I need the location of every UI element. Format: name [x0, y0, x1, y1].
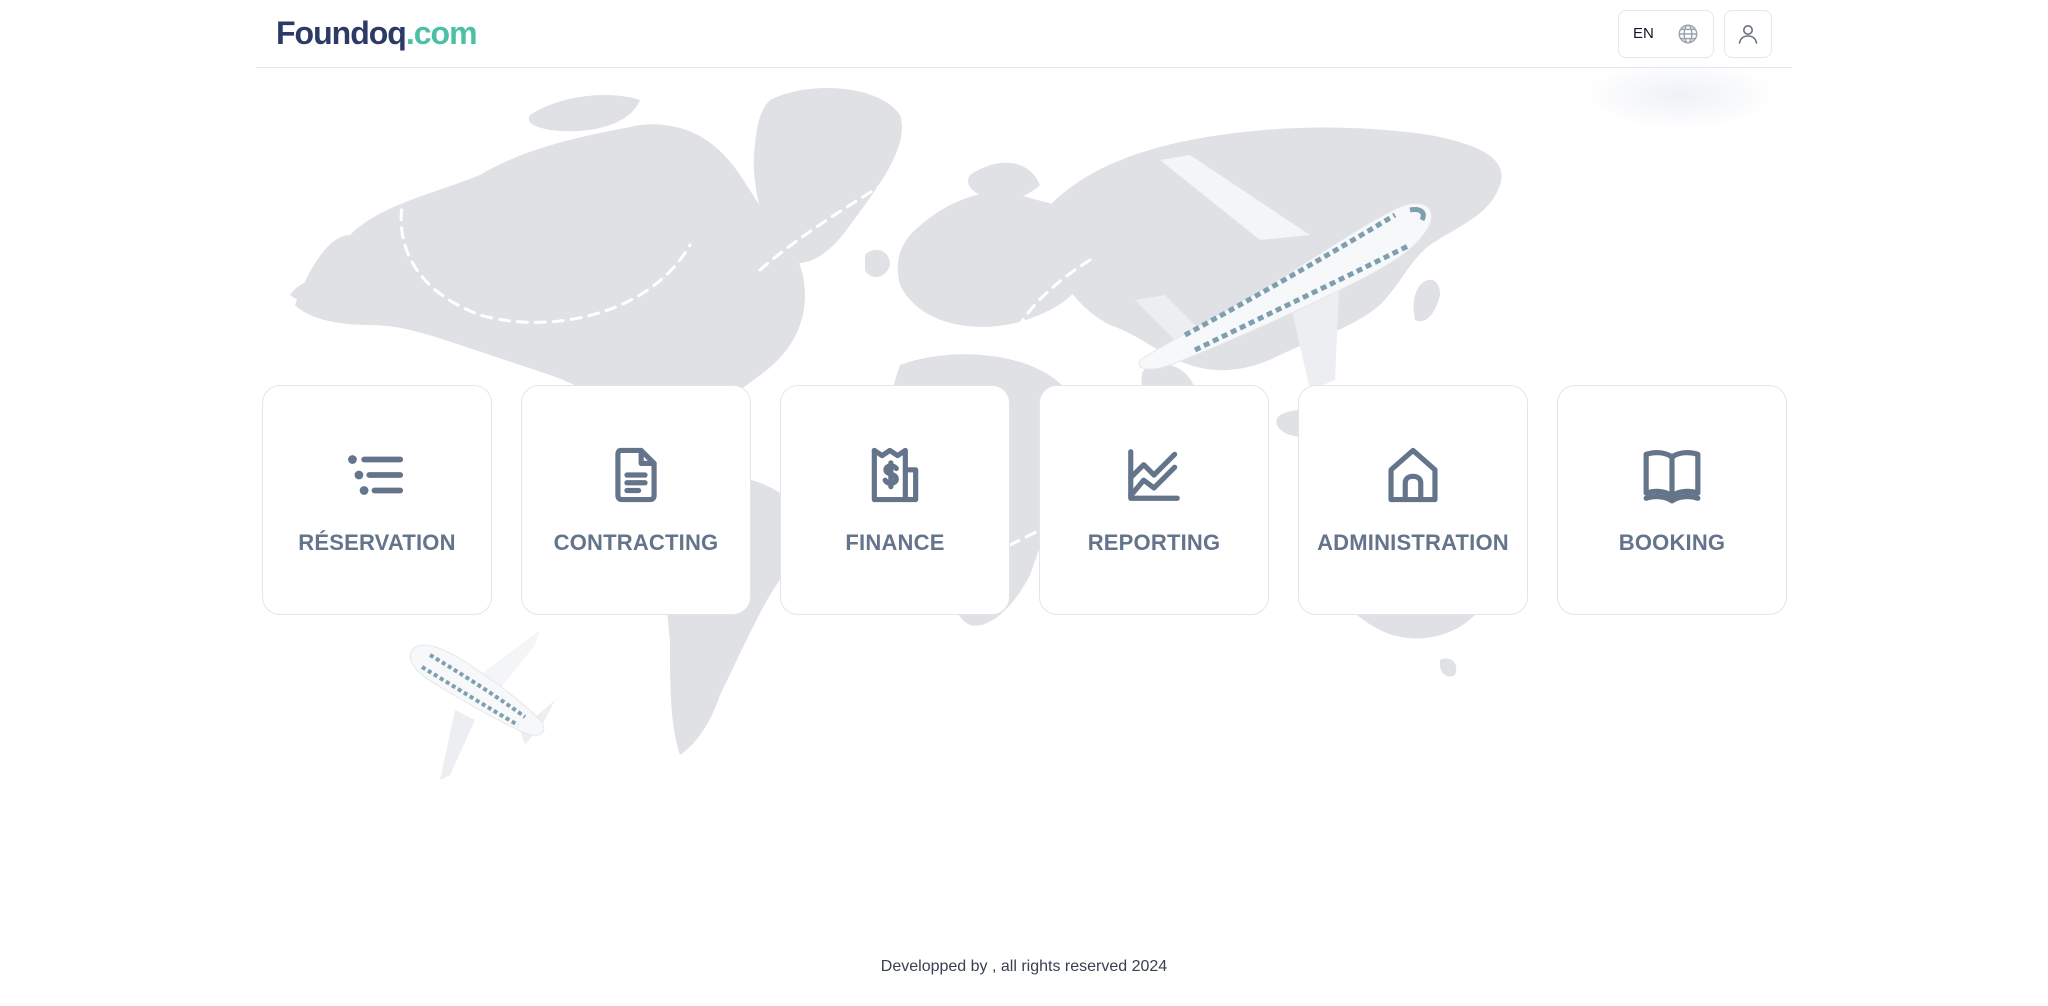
- footer-copyright: Developped by , all rights reserved 2024: [880, 958, 1168, 975]
- card-label: ADMINISTRATION: [1317, 530, 1509, 555]
- chart-line-icon: [1128, 449, 1180, 501]
- header: Foundoq .com EN: [256, 0, 1792, 68]
- card-label: RÉSERVATION: [298, 530, 456, 555]
- airplane-illustration-large: [1135, 155, 1432, 390]
- airplane-illustration-small: [409, 630, 555, 780]
- card-booking[interactable]: BOOKING: [1557, 385, 1787, 615]
- page: Foundoq .com EN RÉSERVATION CONTRACTING …: [0, 0, 2048, 1006]
- language-code: EN: [1633, 25, 1654, 42]
- language-selector[interactable]: EN: [1618, 9, 1714, 58]
- card-finance[interactable]: FINANCE: [780, 385, 1010, 615]
- document-icon: [615, 447, 657, 503]
- user-account-button[interactable]: [1724, 9, 1772, 58]
- logo-text: Foundoq: [276, 15, 407, 51]
- header-glow: [1580, 60, 1780, 130]
- logo-link[interactable]: Foundoq .com: [276, 15, 478, 52]
- card-contracting[interactable]: CONTRACTING: [521, 385, 751, 615]
- card-reservation[interactable]: RÉSERVATION: [262, 385, 492, 615]
- header-actions: EN: [1618, 9, 1772, 58]
- card-label: BOOKING: [1618, 530, 1726, 555]
- user-icon: [1738, 24, 1758, 44]
- list-icon: [348, 455, 404, 495]
- card-label: REPORTING: [1087, 530, 1221, 555]
- book-open-icon: [1643, 450, 1701, 504]
- logo-domain: .com: [405, 15, 478, 51]
- globe-icon: [1678, 24, 1698, 43]
- card-label: FINANCE: [845, 530, 945, 555]
- module-cards: RÉSERVATION CONTRACTING FINANCE REPORTIN…: [262, 385, 1790, 615]
- card-administration[interactable]: ADMINISTRATION: [1298, 385, 1528, 615]
- card-reporting[interactable]: REPORTING: [1039, 385, 1269, 615]
- home-icon: [1388, 447, 1438, 503]
- card-label: CONTRACTING: [553, 530, 719, 555]
- receipt-dollar-icon: [871, 447, 919, 503]
